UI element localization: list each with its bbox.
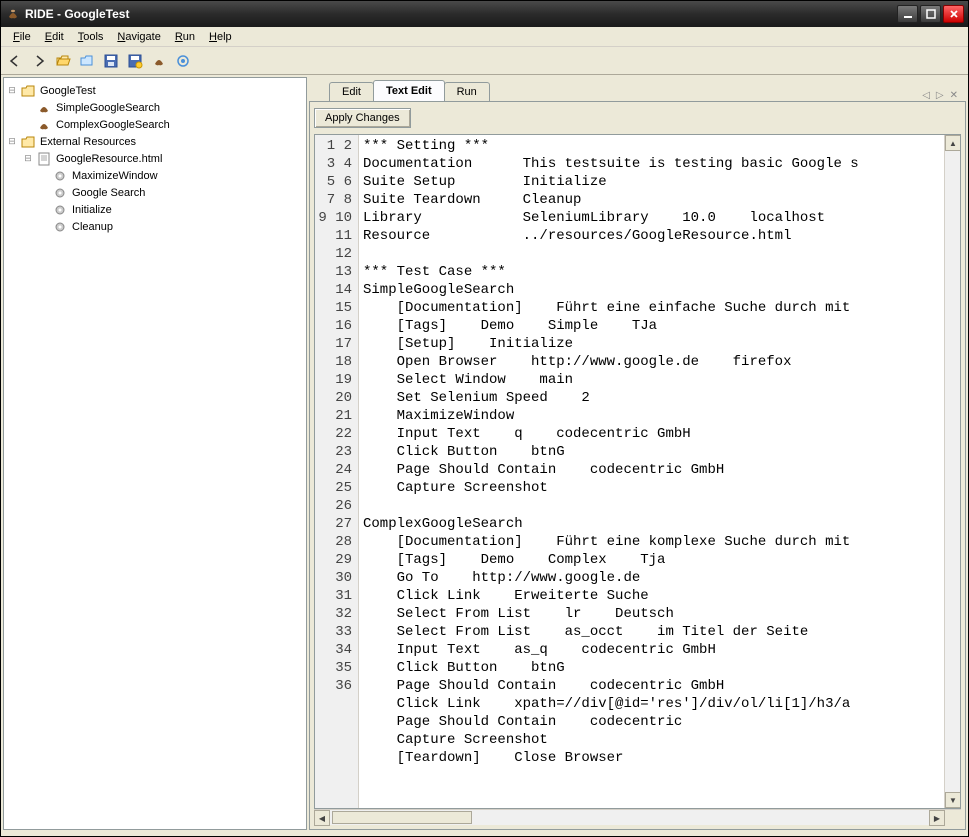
forward-button[interactable] [29,51,49,71]
app-icon [5,6,21,22]
tree-sidebar[interactable]: ⊟ GoogleTest SimpleGoogleSearch ComplexG… [3,77,307,830]
gear-icon [52,202,68,218]
tree-item-testcase[interactable]: SimpleGoogleSearch [6,99,304,116]
tab-next-icon[interactable]: ▷ [936,90,944,101]
tab-run[interactable]: Run [444,82,490,101]
tree-label: External Resources [38,136,138,148]
editor-panel: Apply Changes 1 2 3 4 5 6 7 8 9 10 11 12… [309,101,966,830]
scroll-left-icon[interactable]: ◀ [314,810,330,826]
window-title: RIDE - GoogleTest [25,7,897,21]
tree-item-keyword[interactable]: Google Search [6,184,304,201]
tab-prev-icon[interactable]: ◁ [922,90,930,101]
open-folder-button[interactable] [53,51,73,71]
gear-icon [52,185,68,201]
tab-text-edit[interactable]: Text Edit [373,80,445,101]
folder-icon [20,83,36,99]
tab-edit[interactable]: Edit [329,82,374,101]
tree-label: Initialize [70,204,114,216]
apply-changes-button[interactable]: Apply Changes [314,108,411,128]
expander-icon[interactable]: ⊟ [6,136,18,147]
page-icon [36,151,52,167]
toolbar [1,47,968,75]
tree-label: Cleanup [70,221,115,233]
save-button[interactable] [101,51,121,71]
menu-help[interactable]: Help [203,29,238,45]
scroll-corner [945,810,961,826]
tree-item-keyword[interactable]: Initialize [6,201,304,218]
save-all-button[interactable] [125,51,145,71]
titlebar[interactable]: RIDE - GoogleTest [1,1,968,27]
menu-edit[interactable]: Edit [39,29,70,45]
back-button[interactable] [5,51,25,71]
tree-label: SimpleGoogleSearch [54,102,162,114]
expander-icon[interactable]: ⊟ [6,85,18,96]
tree-label: GoogleTest [38,85,98,97]
gear-icon [52,168,68,184]
tree-item-keyword[interactable]: Cleanup [6,218,304,235]
tab-row: Edit Text Edit Run ◁ ▷ ✕ [309,77,966,101]
minimize-button[interactable] [897,5,918,23]
open-file-button[interactable] [77,51,97,71]
vertical-scrollbar[interactable]: ▲ ▼ [944,135,960,808]
scroll-down-icon[interactable]: ▼ [945,792,961,808]
menu-file[interactable]: File [7,29,37,45]
scroll-thumb[interactable] [332,811,472,824]
tab-close-icon[interactable]: ✕ [950,90,958,101]
tree-label: ComplexGoogleSearch [54,119,172,131]
menu-run[interactable]: Run [169,29,201,45]
folder-icon [20,134,36,150]
scroll-right-icon[interactable]: ▶ [929,810,945,826]
tree-item-suite[interactable]: ⊟ GoogleTest [6,82,304,99]
menubar: File Edit Tools Navigate Run Help [1,27,968,47]
scroll-up-icon[interactable]: ▲ [945,135,961,151]
horizontal-scrollbar[interactable]: ◀ ▶ [314,809,961,825]
tree-item-resource[interactable]: ⊟ GoogleResource.html [6,150,304,167]
expander-icon[interactable]: ⊟ [22,153,34,164]
tree-item-external[interactable]: ⊟ External Resources [6,133,304,150]
menu-navigate[interactable]: Navigate [111,29,166,45]
robot-icon [36,100,52,116]
run-tests-button[interactable] [173,51,193,71]
robot-icon [36,117,52,133]
tree-label: Google Search [70,187,147,199]
robot-icon[interactable] [149,51,169,71]
menu-tools[interactable]: Tools [72,29,110,45]
tree-label: GoogleResource.html [54,153,164,165]
gear-icon [52,219,68,235]
maximize-button[interactable] [920,5,941,23]
line-gutter: 1 2 3 4 5 6 7 8 9 10 11 12 13 14 15 16 1… [315,135,359,808]
code-area[interactable]: *** Setting *** Documentation This tests… [359,135,944,808]
tree-label: MaximizeWindow [70,170,160,182]
close-button[interactable] [943,5,964,23]
tree-item-keyword[interactable]: MaximizeWindow [6,167,304,184]
tree-item-testcase[interactable]: ComplexGoogleSearch [6,116,304,133]
text-editor[interactable]: 1 2 3 4 5 6 7 8 9 10 11 12 13 14 15 16 1… [314,134,961,809]
